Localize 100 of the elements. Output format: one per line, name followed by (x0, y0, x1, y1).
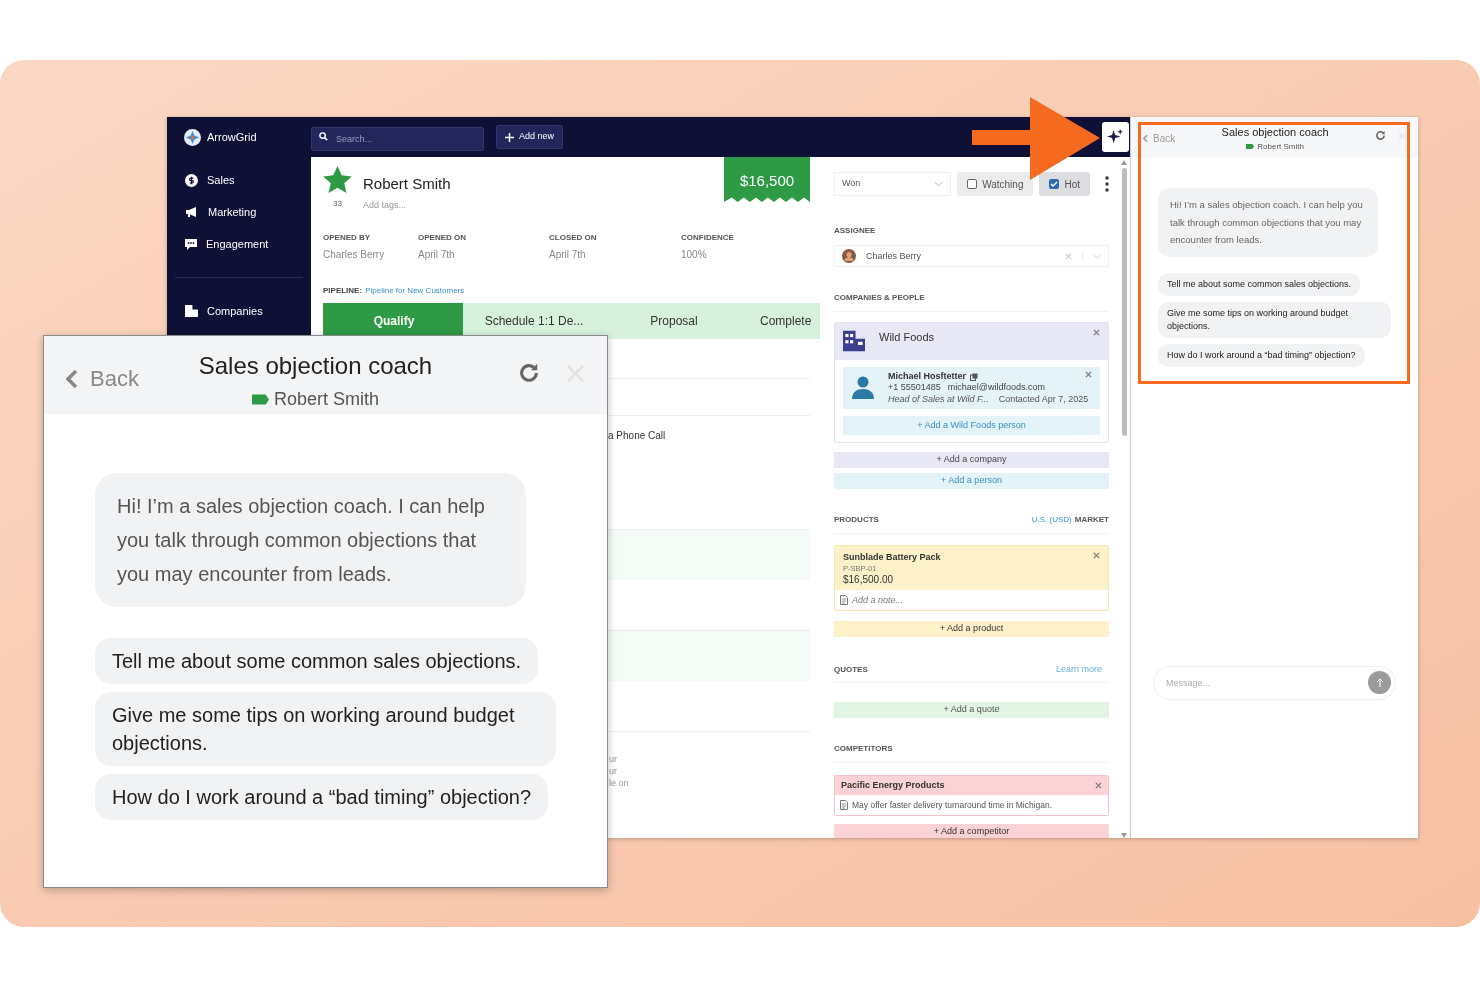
scroll-up-icon[interactable] (1121, 160, 1127, 165)
pipeline-link[interactable]: Pipeline for New Customers (365, 285, 465, 297)
chat-title: Sales objection coach (1221, 125, 1329, 140)
plus-icon (505, 132, 514, 142)
person-email: michael@wildfoods.com (947, 382, 1045, 394)
note-text-fragment: ur (609, 753, 618, 765)
competitor-note: May offer faster delivery turnaround time in Michigan. (852, 799, 1053, 811)
avatar (842, 249, 856, 263)
section-heading: COMPANIES & PEOPLE (834, 293, 926, 303)
message-field[interactable]: Message... (1153, 666, 1396, 700)
toggle-chip[interactable]: Watching (957, 172, 1034, 196)
section-heading: COMPETITORS (834, 744, 894, 755)
back-chevron-icon (1143, 134, 1148, 143)
field-value: April 7th (418, 248, 456, 262)
field-label: OPENED BY (323, 232, 372, 244)
person-title: Head of Sales at Wild F... (888, 393, 989, 406)
close-icon[interactable] (1093, 552, 1100, 559)
bot-message: Hi! I’m a sales objection coach. I can help you talk through common objections that you may encounter from leads. (1158, 188, 1378, 257)
suggestion-chip[interactable]: How do I work around a “bad timing” objection? (1158, 343, 1365, 367)
suggestion-chip[interactable]: Give me some tips on working around budget objections. (95, 692, 556, 766)
note-icon (840, 595, 848, 605)
chat-icon (185, 238, 197, 250)
brand-name: ArrowGrid (207, 129, 257, 145)
field-value: April 7th (549, 248, 587, 262)
person-name[interactable]: Michael Hosftetter (888, 370, 967, 383)
sparkle-icon (1107, 128, 1124, 146)
search-field[interactable]: Search... (311, 127, 484, 151)
refresh-icon[interactable] (1375, 130, 1386, 141)
dollar-icon (185, 173, 198, 187)
add-quote-button[interactable]: + Add a quote (834, 702, 1109, 719)
star-icon[interactable] (323, 166, 352, 194)
section-heading: PRODUCTS (834, 515, 879, 526)
status-select[interactable]: Won (834, 172, 952, 196)
toggle-label: Hot (1064, 177, 1081, 192)
more-icon[interactable] (1105, 176, 1109, 192)
field-value: 100% (681, 248, 708, 262)
field-value: Charles Berry (323, 248, 386, 262)
chat-subtitle: Robert Smith (1257, 140, 1304, 153)
building-icon (185, 305, 198, 317)
product-name: Sunblade Battery Pack (843, 552, 941, 563)
amount-ribbon: $16,500 (724, 157, 810, 202)
bot-message: Hi! I’m a sales objection coach. I can help you talk through common objections that you may encounter from leads. (95, 473, 526, 607)
nav-item[interactable]: Engagement (206, 235, 269, 253)
note-placeholder[interactable]: Add a note... (852, 594, 904, 606)
suggestion-chip[interactable]: Tell me about some common sales objections. (95, 638, 539, 684)
nav-item[interactable]: Marketing (208, 203, 257, 221)
deal-title: Robert Smith (363, 174, 451, 194)
arrow-up-icon (1375, 678, 1384, 687)
toggle-label: Watching (982, 177, 1024, 192)
toggle-chip[interactable]: Hot (1039, 172, 1091, 196)
pipeline-stage[interactable]: Complete (743, 303, 820, 339)
scroll-down-icon[interactable] (1121, 833, 1127, 838)
note-text-fragment: ur (609, 765, 618, 777)
close-icon[interactable] (1085, 370, 1092, 378)
contacted-date: Contacted Apr 7, 2025 (998, 393, 1089, 406)
back-chevron-icon (66, 368, 78, 389)
tag-icon (251, 394, 269, 405)
field-label: CLOSED ON (549, 232, 598, 244)
note-icon (840, 800, 848, 810)
suggestion-chip[interactable]: Give me some tips on working around budget objections. (1158, 301, 1391, 338)
section-heading: ASSIGNEE (834, 226, 877, 236)
pipeline-stage[interactable]: Proposal (603, 303, 745, 339)
note-text-fragment: le on (609, 777, 630, 789)
building-icon (843, 328, 865, 353)
tag-icon (1246, 144, 1255, 149)
nav-item[interactable]: Companies (207, 302, 263, 320)
search-icon (319, 132, 328, 141)
field-label: OPENED ON (418, 232, 467, 244)
chat-subtitle: Robert Smith (273, 388, 379, 411)
copy-icon[interactable] (970, 372, 979, 381)
star-count: 33 (333, 198, 342, 210)
add-product-button[interactable]: + Add a product (834, 621, 1109, 638)
add-company-button[interactable]: + Add a company (834, 451, 1109, 468)
logo-icon (184, 128, 201, 146)
competitor-name: Pacific Energy Products (841, 780, 945, 791)
activity-text: a Phone Call (608, 429, 667, 443)
product-price: $16,500.00 (843, 574, 895, 586)
chevron-down-icon (1093, 253, 1101, 259)
pipeline-label: PIPELINE: (323, 285, 363, 297)
company-name[interactable]: Wild Foods (879, 328, 935, 360)
ai-assistant-button[interactable] (1102, 122, 1129, 152)
market-label: MARKET (1074, 515, 1109, 526)
suggestion-chip[interactable]: How do I work around a “bad timing” objection? (95, 774, 549, 820)
close-icon[interactable] (1095, 782, 1102, 789)
nav-item[interactable]: Sales (207, 171, 235, 189)
refresh-icon[interactable] (518, 362, 540, 384)
person-phone: +1 55501485 (888, 382, 941, 394)
chat-title: Sales objection coach (198, 351, 433, 381)
field-label: CONFIDENCE (681, 232, 735, 244)
section-heading: QUOTES (834, 665, 868, 676)
add-new-button[interactable]: Add new (496, 125, 564, 149)
close-icon[interactable] (1093, 328, 1100, 336)
market-link[interactable]: U.S. (USD) (1031, 515, 1072, 526)
checkbox[interactable] (967, 179, 978, 189)
chevron-down-icon (934, 181, 944, 187)
send-button[interactable] (1368, 671, 1391, 694)
suggestion-chip[interactable]: Tell me about some common sales objections. (1158, 272, 1361, 296)
add-competitor-button[interactable]: + Add a competitor (834, 824, 1109, 838)
checkbox[interactable] (1049, 179, 1060, 189)
assignee-select[interactable]: Charles Berry (834, 245, 1109, 267)
